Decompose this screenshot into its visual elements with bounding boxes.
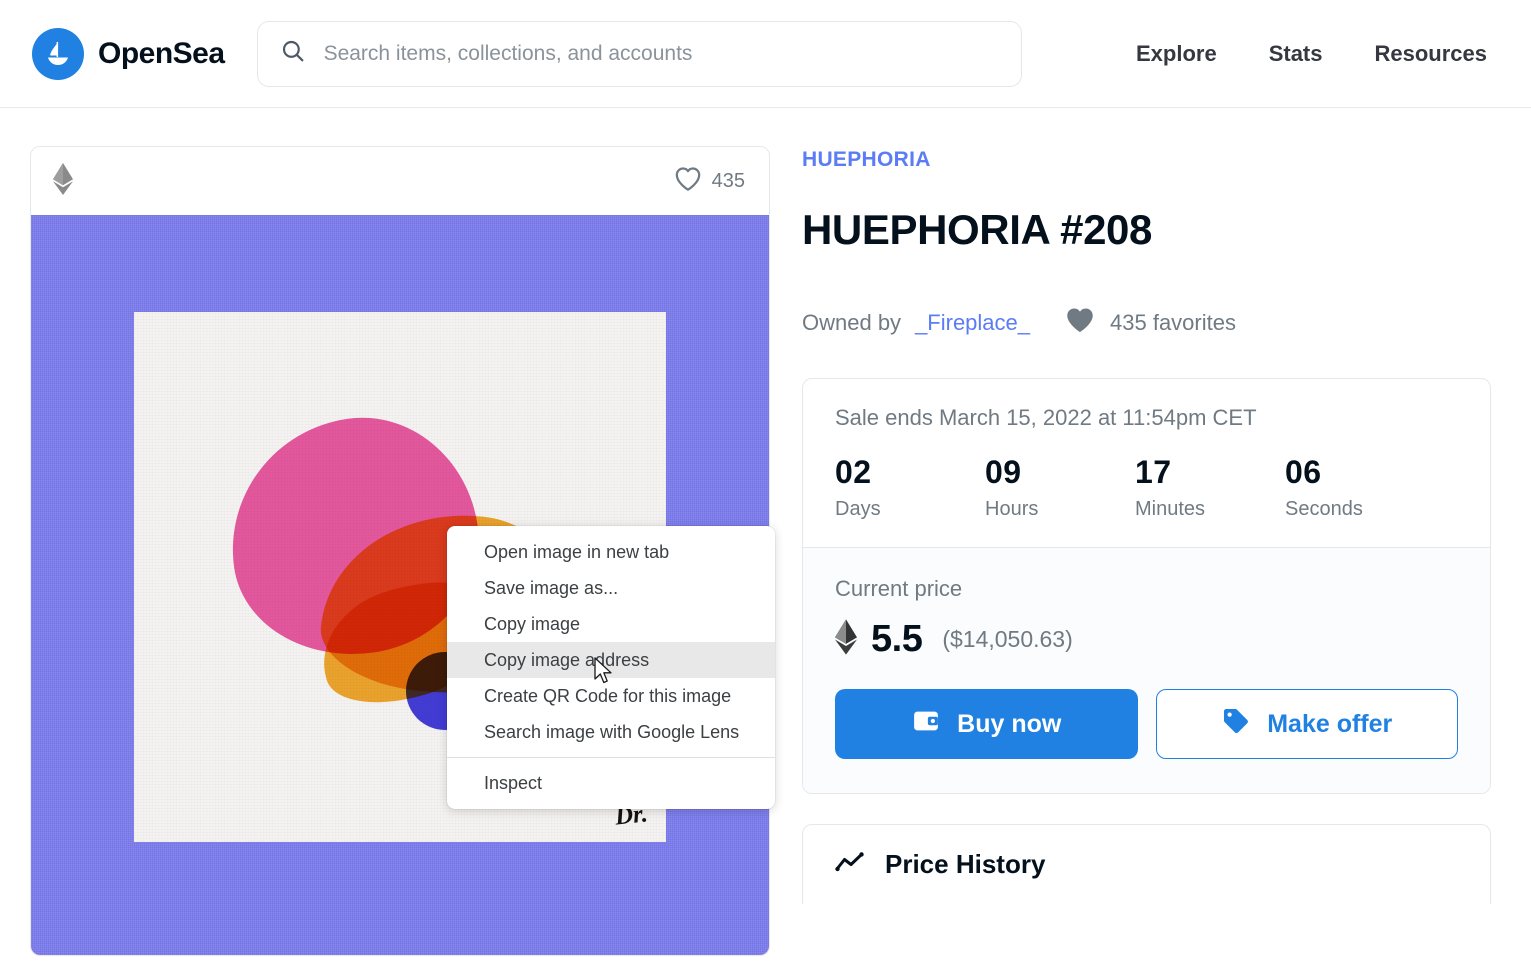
search-input[interactable]	[323, 21, 999, 86]
countdown-hours-label: Hours	[985, 498, 1039, 521]
countdown-days-value: 02	[835, 454, 872, 490]
search-bar[interactable]	[256, 20, 1022, 87]
nft-card-toolbar: 435	[31, 147, 769, 215]
favorites-inline[interactable]: 435 favorites	[1064, 306, 1236, 340]
owner-link[interactable]: _Fireplace_	[915, 310, 1030, 336]
context-menu-item-search-with-google-lens[interactable]: Search image with Google Lens	[447, 714, 775, 750]
nav-link-stats[interactable]: Stats	[1269, 41, 1323, 67]
ethereum-icon	[53, 162, 73, 200]
item-details-panel: HUEPHORIA HUEPHORIA #208 Owned by _Firep…	[802, 146, 1499, 962]
context-menu-item-save-image-as[interactable]: Save image as...	[447, 570, 775, 606]
favorite-count: 435	[711, 169, 745, 192]
brand-home-link[interactable]: OpenSea	[32, 27, 225, 80]
current-price-section: Current price 5.5 ($14,050.63) Buy now M…	[803, 548, 1490, 794]
countdown-days: 02 Days	[835, 454, 985, 521]
context-menu-separator	[447, 757, 775, 758]
wallet-icon	[911, 706, 941, 743]
site-header: OpenSea Explore Stats Resources	[0, 0, 1531, 108]
price-usd-value: ($14,050.63)	[942, 626, 1073, 653]
countdown-hours-value: 09	[985, 454, 1022, 490]
nav-link-resources[interactable]: Resources	[1374, 41, 1487, 67]
buy-now-button[interactable]: Buy now	[835, 689, 1138, 760]
countdown-seconds: 06 Seconds	[1285, 454, 1435, 521]
ethereum-icon	[835, 619, 857, 660]
context-menu-item-open-image-in-new-tab[interactable]: Open image in new tab	[447, 534, 775, 570]
countdown-days-label: Days	[835, 498, 881, 521]
context-menu-item-copy-image-address[interactable]: Copy image address	[447, 642, 775, 678]
opensea-sailboat-icon	[32, 27, 84, 80]
context-menu-item-copy-image[interactable]: Copy image	[447, 606, 775, 642]
favorite-button[interactable]: 435	[674, 166, 745, 197]
price-eth-value: 5.5	[871, 618, 923, 661]
make-offer-button[interactable]: Make offer	[1155, 689, 1458, 760]
countdown-minutes-value: 17	[1135, 454, 1172, 490]
action-buttons: Buy now Make offer	[835, 689, 1458, 760]
search-icon	[280, 38, 306, 69]
context-menu-item-inspect[interactable]: Inspect	[447, 765, 775, 801]
page-title: HUEPHORIA #208	[802, 206, 1152, 253]
countdown-hours: 09 Hours	[985, 454, 1135, 521]
owner-row: Owned by _Fireplace_ 435 favorites	[802, 306, 1491, 340]
countdown-seconds-label: Seconds	[1285, 498, 1363, 521]
make-offer-label: Make offer	[1267, 709, 1393, 738]
sale-price-panel: Sale ends March 15, 2022 at 11:54pm CET …	[802, 378, 1491, 795]
context-menu-item-create-qr-code[interactable]: Create QR Code for this image	[447, 678, 775, 714]
current-price-row: 5.5 ($14,050.63)	[835, 618, 1458, 661]
favorites-count-text: 435 favorites	[1110, 310, 1236, 335]
image-context-menu: Open image in new tab Save image as... C…	[447, 526, 775, 809]
countdown-minutes-label: Minutes	[1135, 498, 1206, 521]
main-nav: Explore Stats Resources	[1136, 41, 1491, 67]
sale-countdown-section: Sale ends March 15, 2022 at 11:54pm CET …	[803, 379, 1490, 547]
nav-link-explore[interactable]: Explore	[1136, 41, 1217, 67]
buy-now-label: Buy now	[957, 709, 1062, 738]
brand-name: OpenSea	[98, 36, 225, 70]
heart-outline-icon	[674, 166, 702, 197]
line-chart-icon	[835, 850, 865, 879]
current-price-label: Current price	[835, 576, 963, 602]
price-history-title: Price History	[885, 849, 1046, 880]
countdown-timer: 02 Days 09 Hours 17 Minutes 06 Seconds	[835, 454, 1458, 521]
owned-by-label: Owned by	[802, 310, 902, 335]
heart-filled-icon	[1064, 306, 1096, 340]
price-history-panel[interactable]: Price History	[802, 824, 1491, 905]
tag-icon	[1221, 706, 1251, 743]
sale-ends-text: Sale ends March 15, 2022 at 11:54pm CET	[835, 405, 1257, 430]
countdown-minutes: 17 Minutes	[1135, 454, 1285, 521]
countdown-seconds-value: 06	[1285, 454, 1322, 490]
collection-link[interactable]: HUEPHORIA	[802, 148, 931, 172]
